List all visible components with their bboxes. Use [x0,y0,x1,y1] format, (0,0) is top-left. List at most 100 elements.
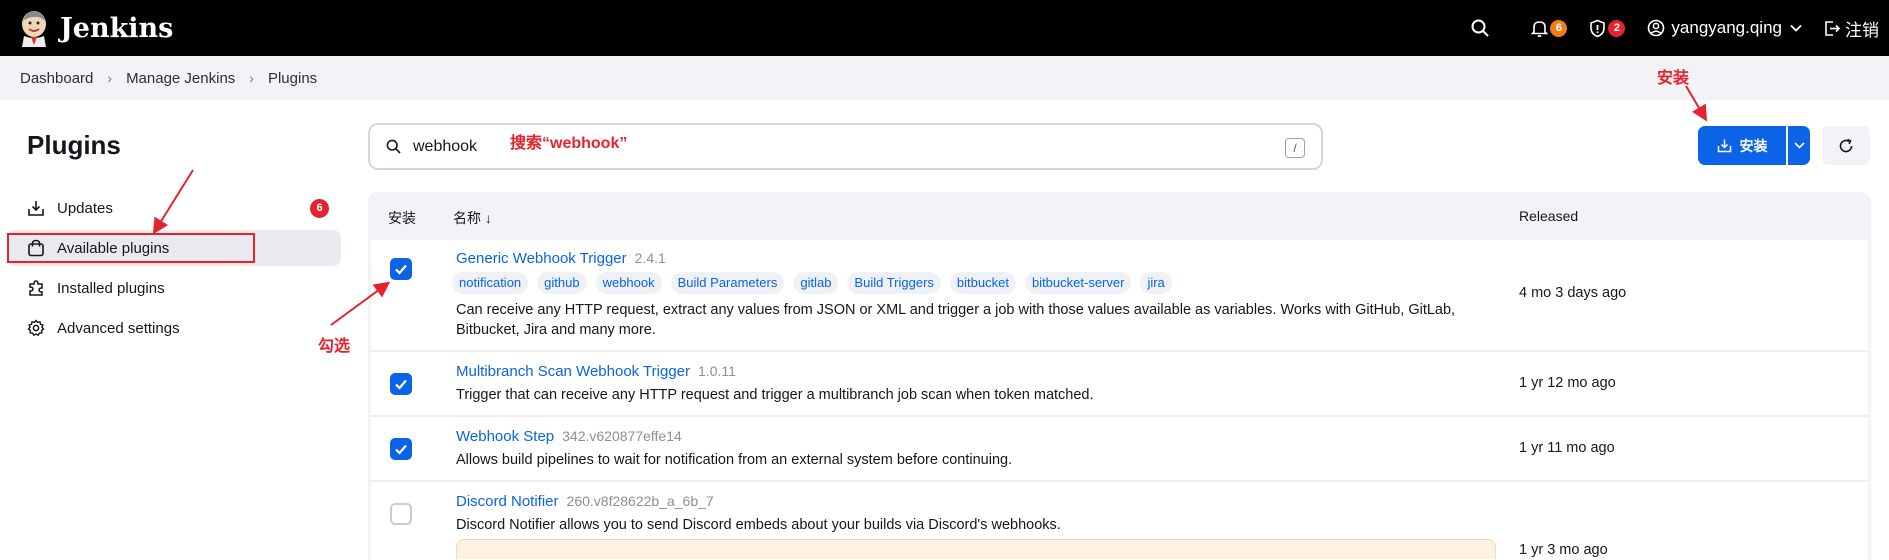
bell-icon [1531,21,1549,37]
page-title: Plugins [27,130,121,160]
table-row: Multibranch Scan Webhook Trigger 1.0.11 T… [371,352,1868,417]
plugin-description: Discord Notifier allows you to send Disc… [456,517,1061,533]
tag[interactable]: bitbucket [949,272,1016,294]
user-icon [1648,19,1665,37]
plugin-description: Allows build pipelines to wait for notif… [456,452,1013,468]
install-checkbox[interactable] [390,438,412,460]
column-install: 安装 [388,210,416,226]
search-icon [386,139,401,154]
install-checkbox[interactable] [390,503,412,525]
table-header: 安装 名称 ↓ Released [368,192,1871,240]
plugin-name: Discord Notifier [456,493,559,510]
plugin-version: 2.4.1 [634,250,666,266]
install-checkbox[interactable] [390,258,412,280]
gear-icon [27,319,45,337]
jenkins-logo[interactable]: Jenkins [18,9,173,47]
security-button[interactable]: 2 [1589,19,1626,38]
plugin-description: Trigger that can receive any HTTP reques… [456,387,1094,403]
tag[interactable]: github [537,272,587,294]
description-line: Bitbucket, Jira and many more. [456,322,656,338]
download-icon [1717,139,1731,153]
top-bar: Jenkins 6 2 yangyang.qing 注销 [0,0,1889,56]
main-page: Plugins Updates 6 Available plugins Inst… [0,100,1889,560]
plugin-name-link[interactable]: Multibranch Scan Webhook Trigger 1.0.11 [456,363,736,380]
sidebar-item-label: Installed plugins [57,279,165,297]
updates-badge: 6 [310,199,329,218]
description-line: Can receive any HTTP request, extract an… [456,302,1456,318]
sidebar-item-updates[interactable]: Updates 6 [7,190,341,226]
username: yangyang.qing [1671,18,1782,37]
plugin-description: Can receive any HTTP request, extract an… [456,300,1516,340]
plugin-version: 1.0.11 [698,363,736,379]
table-row: Webhook Step 342.v620877effe14 Allows bui… [371,417,1868,482]
breadcrumb: Dashboard › Manage Jenkins › Plugins [0,56,1889,100]
checkmark-icon [395,379,407,390]
release-age: 1 yr 11 mo ago [1519,440,1615,456]
sidebar-item-label: Updates [57,199,113,217]
security-badge: 2 [1608,19,1626,37]
release-age: 4 mo 3 days ago [1519,285,1627,301]
plugin-version: 342.v620877effe14 [562,428,682,444]
search-button[interactable] [1471,19,1490,37]
refresh-button[interactable] [1822,126,1870,165]
plugin-name: Webhook Step [456,428,555,445]
logout-icon [1825,20,1841,36]
shield-icon [1590,19,1606,37]
chevron-right-icon: › [249,70,254,86]
plugins-table: 安装 名称 ↓ Released Generic Webhook Trigger… [368,192,1871,560]
chevron-right-icon: › [107,70,113,86]
notifications-button[interactable]: 6 [1531,19,1568,37]
tag[interactable]: jira [1140,272,1172,294]
logout-label: 注销 [1845,20,1879,40]
jenkins-butler-icon [22,11,46,47]
tag[interactable]: Build Parameters [670,272,785,294]
release-age: 1 yr 12 mo ago [1519,375,1616,391]
chevron-down-icon [1793,142,1805,149]
column-name-sort[interactable]: 名称 ↓ [453,208,492,228]
download-icon [28,201,44,216]
plugin-name-link[interactable]: Discord Notifier 260.v8f28622b_a_6b_7 [456,493,714,510]
annotation-check: 勾选 [318,338,351,355]
plugin-tags: notification github webhook Build Parame… [452,272,1181,294]
install-button-label: 安装 [1739,137,1768,154]
search-icon [1471,19,1490,37]
puzzle-icon [29,280,43,296]
plugin-version: 260.v8f28622b_a_6b_7 [566,493,714,509]
logout-button[interactable]: 注销 [1824,16,1879,41]
breadcrumb-dashboard[interactable]: Dashboard [20,70,93,87]
keyboard-shortcut-hint: / [1285,138,1305,158]
annotation-install: 安装 [1657,70,1690,87]
tag[interactable]: gitlab [793,272,839,294]
install-button[interactable]: 安装 [1698,126,1786,165]
app-name: Jenkins [60,12,174,44]
install-checkbox[interactable] [390,373,412,395]
header-actions: 6 2 yangyang.qing 注销 [1449,0,1889,56]
notifications-badge: 6 [1550,19,1568,37]
annotation-search: 搜索“webhook” [510,135,628,152]
plugin-name: Multibranch Scan Webhook Trigger [456,363,691,380]
checkmark-icon [395,264,407,275]
user-menu[interactable]: yangyang.qing [1647,18,1802,38]
tag[interactable]: Build Triggers [847,272,941,294]
install-options-dropdown[interactable] [1788,126,1810,165]
table-row: Discord Notifier 260.v8f28622b_a_6b_7 Dis… [371,482,1868,560]
breadcrumb-manage-jenkins[interactable]: Manage Jenkins [126,70,235,87]
plugin-warning-box [456,539,1496,559]
sidebar-item-installed-plugins[interactable]: Installed plugins [7,270,341,306]
column-released[interactable]: Released [1519,208,1578,224]
annotation-highlight-box [7,233,255,263]
plugin-name-link[interactable]: Generic Webhook Trigger 2.4.1 [456,250,666,267]
tag[interactable]: bitbucket-server [1024,272,1132,294]
tag[interactable]: notification [452,272,529,294]
chevron-down-icon [1790,24,1802,32]
refresh-icon [1839,138,1853,152]
table-row: Generic Webhook Trigger 2.4.1 notificatio… [371,240,1868,352]
checkmark-icon [395,444,407,455]
plugin-name-link[interactable]: Webhook Step 342.v620877effe14 [456,428,682,445]
tag[interactable]: webhook [595,272,662,294]
sidebar-item-label: Advanced settings [57,319,180,337]
release-age: 1 yr 3 mo ago [1519,542,1608,558]
sidebar-item-advanced-settings[interactable]: Advanced settings [7,310,341,346]
plugin-name: Generic Webhook Trigger [456,250,627,267]
breadcrumb-plugins[interactable]: Plugins [268,70,317,87]
